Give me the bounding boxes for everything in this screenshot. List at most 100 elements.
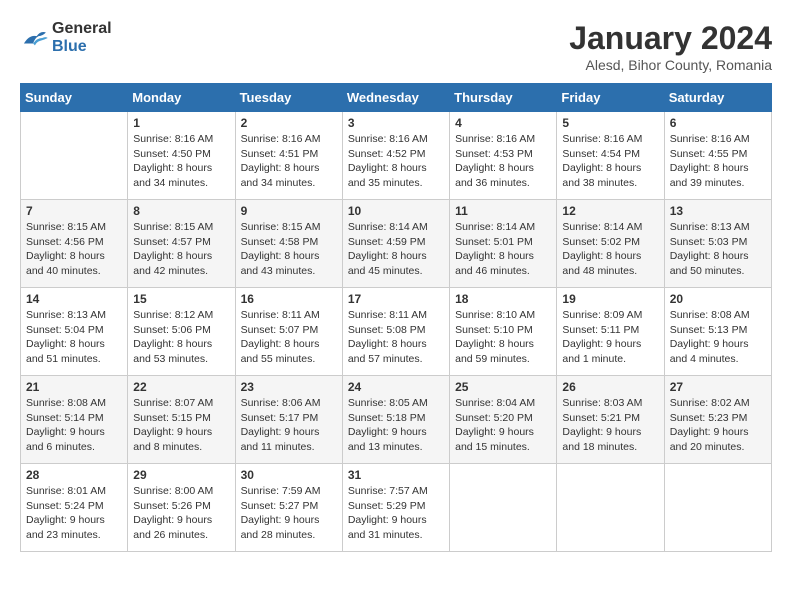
sunset-text: Sunset: 5:13 PM [670,323,766,338]
calendar-cell: 28 Sunrise: 8:01 AM Sunset: 5:24 PM Dayl… [21,464,128,552]
header-saturday: Saturday [664,84,771,112]
sunrise-text: Sunrise: 7:57 AM [348,484,444,499]
calendar-cell: 2 Sunrise: 8:16 AM Sunset: 4:51 PM Dayli… [235,112,342,200]
calendar-cell: 8 Sunrise: 8:15 AM Sunset: 4:57 PM Dayli… [128,200,235,288]
sunset-text: Sunset: 5:10 PM [455,323,551,338]
daylight-text: Daylight: 9 hours and 26 minutes. [133,513,229,542]
sunrise-text: Sunrise: 8:16 AM [348,132,444,147]
daylight-text: Daylight: 9 hours and 13 minutes. [348,425,444,454]
calendar-cell: 17 Sunrise: 8:11 AM Sunset: 5:08 PM Dayl… [342,288,449,376]
sunset-text: Sunset: 4:56 PM [26,235,122,250]
sunset-text: Sunset: 5:26 PM [133,499,229,514]
sunrise-text: Sunrise: 8:16 AM [562,132,658,147]
calendar-week-4: 21 Sunrise: 8:08 AM Sunset: 5:14 PM Dayl… [21,376,772,464]
sunset-text: Sunset: 4:54 PM [562,147,658,162]
daylight-text: Daylight: 9 hours and 18 minutes. [562,425,658,454]
daylight-text: Daylight: 9 hours and 6 minutes. [26,425,122,454]
day-number: 20 [670,292,766,306]
sunrise-text: Sunrise: 8:16 AM [670,132,766,147]
sunrise-text: Sunrise: 8:13 AM [670,220,766,235]
sunrise-text: Sunrise: 8:14 AM [562,220,658,235]
daylight-text: Daylight: 9 hours and 23 minutes. [26,513,122,542]
day-number: 31 [348,468,444,482]
sunset-text: Sunset: 5:11 PM [562,323,658,338]
day-number: 12 [562,204,658,218]
sunset-text: Sunset: 4:52 PM [348,147,444,162]
sunrise-text: Sunrise: 8:15 AM [133,220,229,235]
daylight-text: Daylight: 8 hours and 50 minutes. [670,249,766,278]
header-tuesday: Tuesday [235,84,342,112]
sunrise-text: Sunrise: 8:07 AM [133,396,229,411]
sunset-text: Sunset: 5:15 PM [133,411,229,426]
sunset-text: Sunset: 5:29 PM [348,499,444,514]
sunset-text: Sunset: 5:01 PM [455,235,551,250]
daylight-text: Daylight: 8 hours and 48 minutes. [562,249,658,278]
logo: General Blue [20,20,112,56]
day-number: 21 [26,380,122,394]
calendar-cell [450,464,557,552]
daylight-text: Daylight: 9 hours and 20 minutes. [670,425,766,454]
calendar-table: Sunday Monday Tuesday Wednesday Thursday… [20,83,772,552]
header-sunday: Sunday [21,84,128,112]
page-header: General Blue January 2024 Alesd, Bihor C… [20,20,772,73]
daylight-text: Daylight: 9 hours and 1 minute. [562,337,658,366]
daylight-text: Daylight: 9 hours and 31 minutes. [348,513,444,542]
sunset-text: Sunset: 5:17 PM [241,411,337,426]
day-number: 23 [241,380,337,394]
sunset-text: Sunset: 5:07 PM [241,323,337,338]
sunrise-text: Sunrise: 8:01 AM [26,484,122,499]
daylight-text: Daylight: 9 hours and 4 minutes. [670,337,766,366]
sunset-text: Sunset: 4:57 PM [133,235,229,250]
sunset-text: Sunset: 5:02 PM [562,235,658,250]
calendar-cell: 30 Sunrise: 7:59 AM Sunset: 5:27 PM Dayl… [235,464,342,552]
header-wednesday: Wednesday [342,84,449,112]
daylight-text: Daylight: 9 hours and 28 minutes. [241,513,337,542]
sunrise-text: Sunrise: 8:09 AM [562,308,658,323]
location: Alesd, Bihor County, Romania [569,57,772,73]
daylight-text: Daylight: 8 hours and 45 minutes. [348,249,444,278]
day-number: 7 [26,204,122,218]
calendar-cell: 5 Sunrise: 8:16 AM Sunset: 4:54 PM Dayli… [557,112,664,200]
sunrise-text: Sunrise: 8:14 AM [455,220,551,235]
daylight-text: Daylight: 8 hours and 55 minutes. [241,337,337,366]
calendar-cell: 12 Sunrise: 8:14 AM Sunset: 5:02 PM Dayl… [557,200,664,288]
sunrise-text: Sunrise: 8:16 AM [241,132,337,147]
calendar-cell: 14 Sunrise: 8:13 AM Sunset: 5:04 PM Dayl… [21,288,128,376]
calendar-cell: 19 Sunrise: 8:09 AM Sunset: 5:11 PM Dayl… [557,288,664,376]
calendar-cell: 20 Sunrise: 8:08 AM Sunset: 5:13 PM Dayl… [664,288,771,376]
calendar-cell: 10 Sunrise: 8:14 AM Sunset: 4:59 PM Dayl… [342,200,449,288]
calendar-cell: 7 Sunrise: 8:15 AM Sunset: 4:56 PM Dayli… [21,200,128,288]
day-number: 16 [241,292,337,306]
sunrise-text: Sunrise: 7:59 AM [241,484,337,499]
daylight-text: Daylight: 8 hours and 59 minutes. [455,337,551,366]
calendar-header-row: Sunday Monday Tuesday Wednesday Thursday… [21,84,772,112]
calendar-cell [557,464,664,552]
sunset-text: Sunset: 5:03 PM [670,235,766,250]
day-number: 29 [133,468,229,482]
sunrise-text: Sunrise: 8:14 AM [348,220,444,235]
calendar-cell: 11 Sunrise: 8:14 AM Sunset: 5:01 PM Dayl… [450,200,557,288]
sunrise-text: Sunrise: 8:10 AM [455,308,551,323]
sunrise-text: Sunrise: 8:08 AM [26,396,122,411]
day-number: 9 [241,204,337,218]
daylight-text: Daylight: 8 hours and 35 minutes. [348,161,444,190]
sunrise-text: Sunrise: 8:06 AM [241,396,337,411]
daylight-text: Daylight: 9 hours and 8 minutes. [133,425,229,454]
calendar-cell: 26 Sunrise: 8:03 AM Sunset: 5:21 PM Dayl… [557,376,664,464]
calendar-cell: 21 Sunrise: 8:08 AM Sunset: 5:14 PM Dayl… [21,376,128,464]
sunset-text: Sunset: 4:51 PM [241,147,337,162]
calendar-week-5: 28 Sunrise: 8:01 AM Sunset: 5:24 PM Dayl… [21,464,772,552]
day-number: 25 [455,380,551,394]
day-number: 4 [455,116,551,130]
calendar-cell: 18 Sunrise: 8:10 AM Sunset: 5:10 PM Dayl… [450,288,557,376]
day-number: 5 [562,116,658,130]
sunset-text: Sunset: 4:59 PM [348,235,444,250]
calendar-cell: 24 Sunrise: 8:05 AM Sunset: 5:18 PM Dayl… [342,376,449,464]
day-number: 14 [26,292,122,306]
sunset-text: Sunset: 5:21 PM [562,411,658,426]
day-number: 22 [133,380,229,394]
daylight-text: Daylight: 8 hours and 36 minutes. [455,161,551,190]
sunset-text: Sunset: 4:58 PM [241,235,337,250]
daylight-text: Daylight: 8 hours and 40 minutes. [26,249,122,278]
sunrise-text: Sunrise: 8:03 AM [562,396,658,411]
